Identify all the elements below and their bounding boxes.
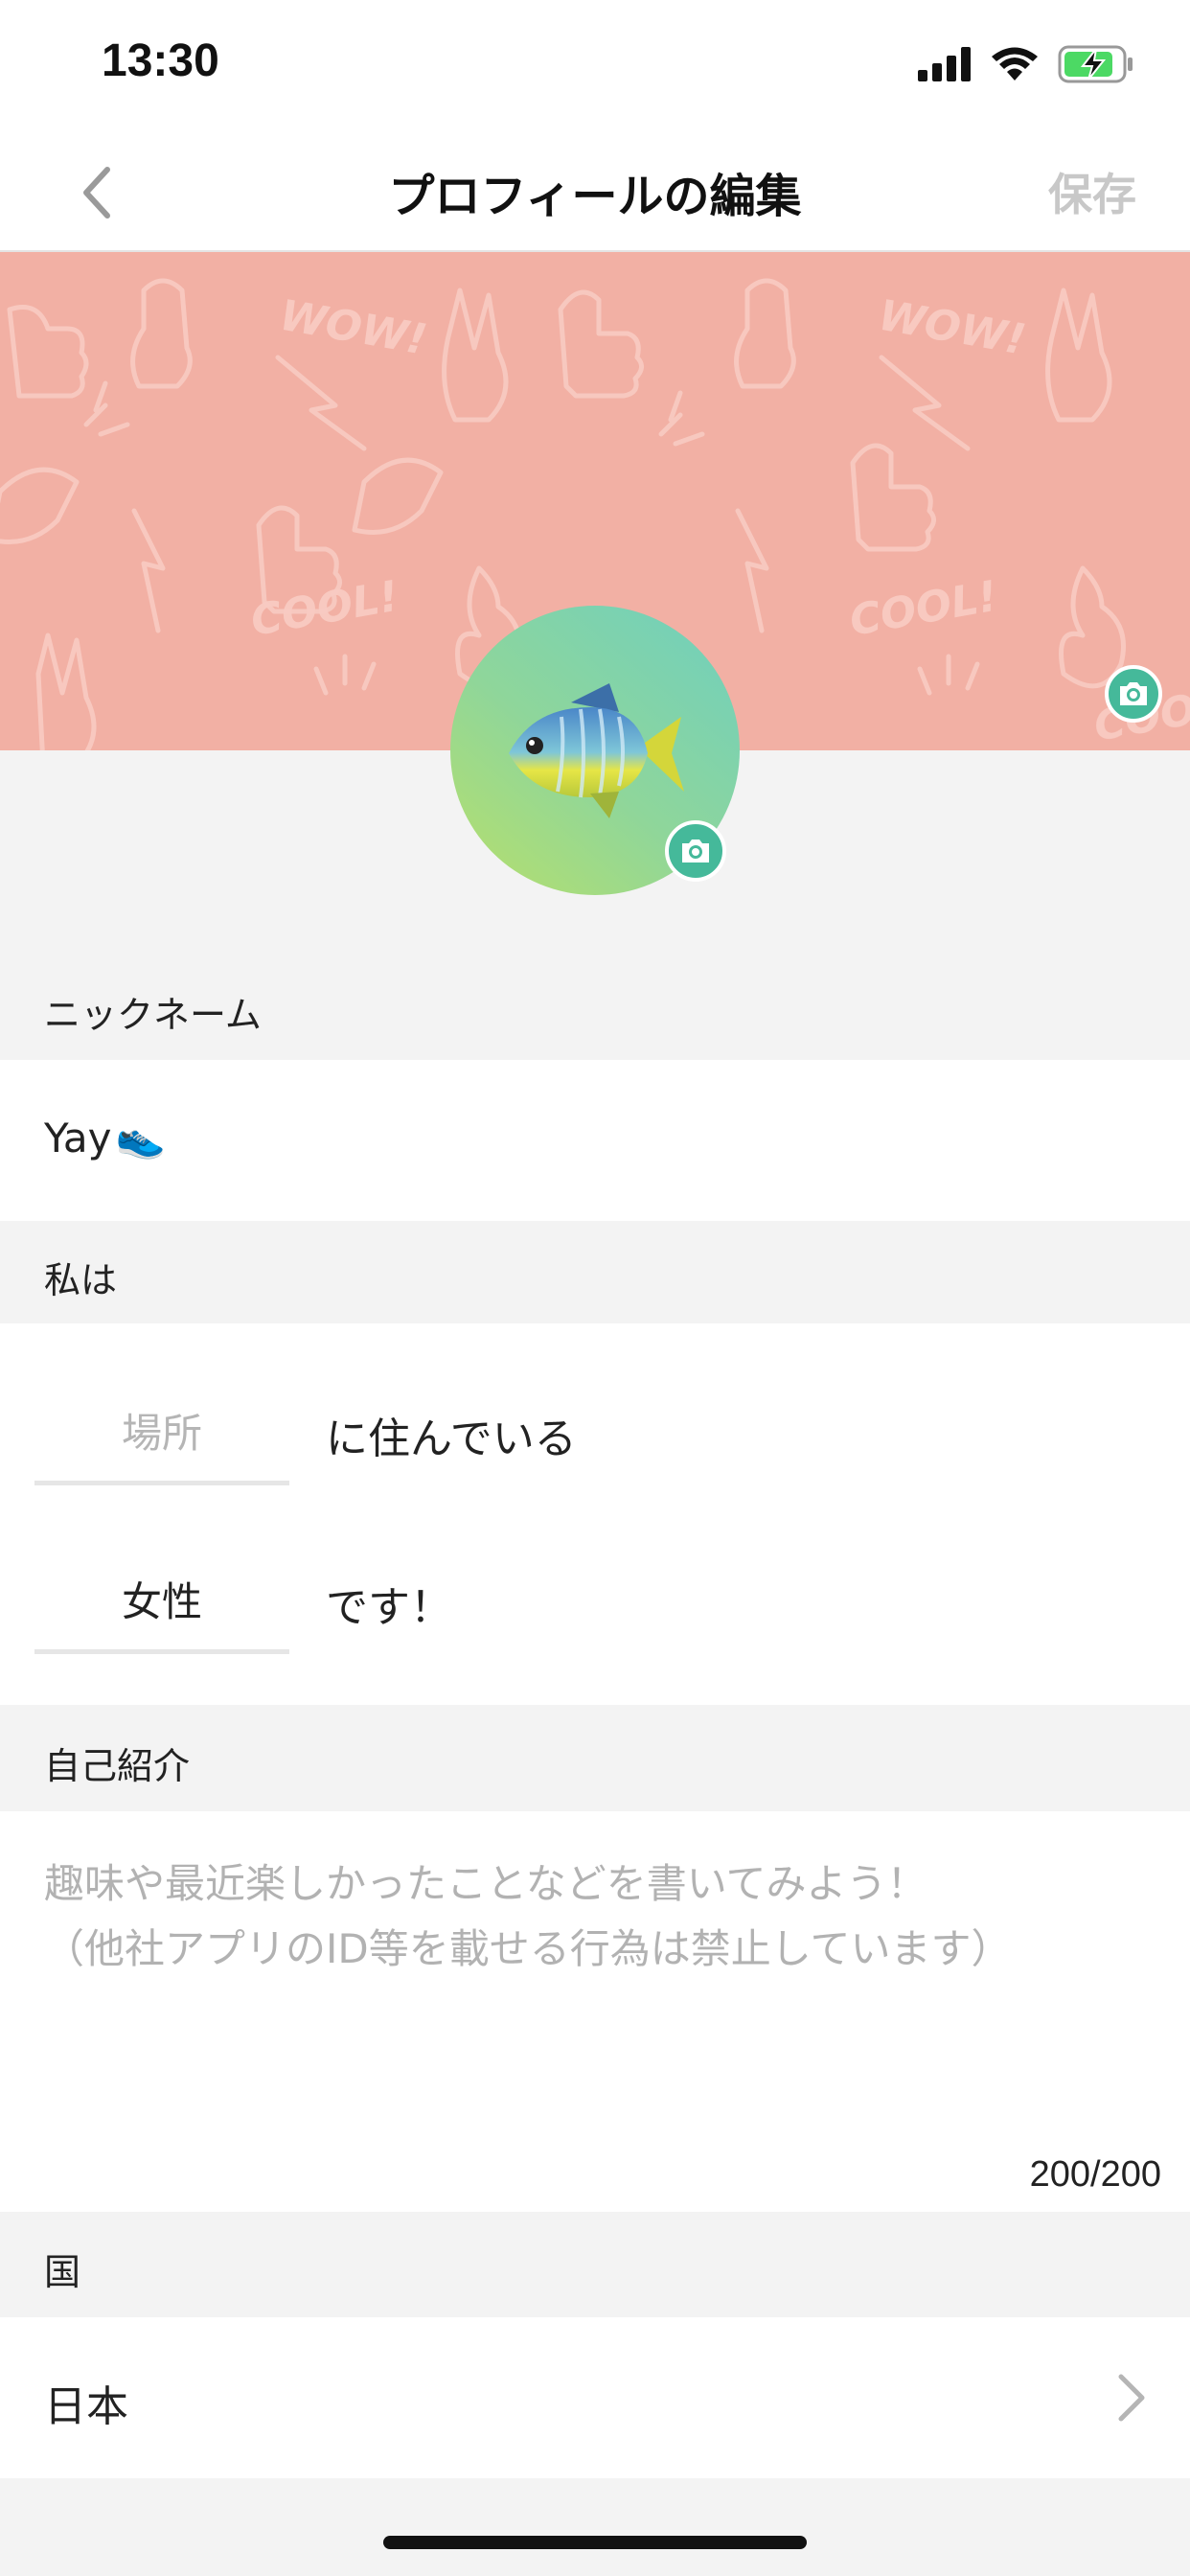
camera-icon [1120, 682, 1147, 705]
cellular-signal-icon [918, 47, 971, 81]
intro-placeholder-line: （他社アプリのID等を載せる行為は禁止しています） [44, 1925, 1012, 1972]
avatar-camera-button[interactable] [665, 820, 726, 882]
battery-charging-icon [1058, 45, 1133, 83]
navigation-bar: プロフィールの編集 保存 [0, 129, 1190, 252]
status-icons [918, 40, 1134, 88]
country-label: 国 [44, 2251, 81, 2293]
save-button[interactable]: 保存 [1048, 160, 1136, 223]
country-row[interactable] [0, 2317, 1190, 2478]
country-value: 日本 [44, 2382, 128, 2431]
status-bar: 13:30 [0, 0, 1190, 129]
location-field[interactable]: 場所 [34, 1380, 289, 1485]
status-time: 13:30 [102, 35, 219, 86]
nickname-value[interactable]: Yay 👟 [44, 1114, 166, 1162]
intro-placeholder[interactable]: 趣味や最近楽しかったことなどを書いてみよう！ （他社アプリのID等を載せる行為は… [44, 1852, 1146, 1982]
me-label: 私は [44, 1259, 118, 1301]
camera-icon [682, 840, 709, 862]
page-title: プロフィールの編集 [388, 170, 802, 223]
char-count: 200/200 [1029, 2154, 1161, 2195]
wifi-icon [992, 47, 1038, 80]
sneaker-emoji: 👟 [115, 1114, 166, 1161]
gender-suffix: です！ [326, 1583, 452, 1632]
cover-pattern-word: COOL! [247, 572, 402, 646]
location-suffix: に住んでいる [326, 1414, 577, 1463]
nickname-label: ニックネーム [44, 994, 262, 1036]
intro-placeholder-line: 趣味や最近楽しかったことなどを書いてみよう！ [44, 1860, 927, 1907]
nickname-field[interactable] [0, 1060, 1190, 1221]
intro-label: 自己紹介 [44, 1745, 191, 1787]
chevron-right-icon [1115, 2371, 1148, 2428]
tropical-fish-avatar [509, 683, 684, 818]
cover-pattern-word: COOL! [846, 572, 1001, 646]
gender-field[interactable]: 女性 [34, 1549, 289, 1654]
cover-pattern-word: WOW! [875, 291, 1029, 365]
home-indicator [383, 2536, 807, 2549]
nickname-text: Yay [44, 1114, 112, 1162]
cover-pattern-word: WOW! [276, 291, 430, 365]
cover-camera-button[interactable] [1105, 665, 1162, 723]
